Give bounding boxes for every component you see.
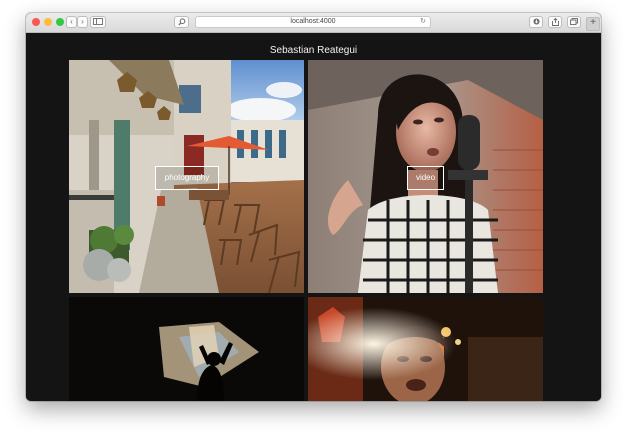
- tile-label-photography[interactable]: photography: [155, 166, 219, 190]
- portrait-photo: [308, 297, 543, 401]
- portfolio-tile-3[interactable]: [69, 297, 304, 401]
- reload-icon[interactable]: ↻: [420, 17, 426, 27]
- share-icon: [551, 17, 559, 26]
- search-button[interactable]: [174, 16, 189, 28]
- show-tabs-button[interactable]: [567, 16, 581, 28]
- chevron-left-icon: ‹: [70, 17, 73, 26]
- browser-toolbar: ‹ › localhost:4000 ↻ +: [26, 13, 601, 33]
- downloads-button[interactable]: [529, 16, 543, 28]
- forward-button[interactable]: ›: [77, 16, 88, 28]
- close-window-button[interactable]: [32, 18, 40, 26]
- browser-window: ‹ › localhost:4000 ↻ + Sebastian Reategu…: [26, 13, 601, 401]
- portfolio-tile-4[interactable]: [308, 297, 543, 401]
- tile-label-text: photography: [164, 173, 210, 182]
- minimize-window-button[interactable]: [44, 18, 52, 26]
- new-tab-button[interactable]: +: [586, 17, 600, 31]
- tabs-icon: [570, 18, 578, 25]
- tile-label-text: video: [415, 173, 436, 182]
- chevron-right-icon: ›: [81, 17, 84, 26]
- portfolio-tile-video[interactable]: video: [308, 60, 543, 293]
- magnifier-icon: [177, 18, 185, 26]
- portfolio-tile-photography[interactable]: photography: [69, 60, 304, 293]
- sidebar-icon: [93, 18, 103, 25]
- address-bar[interactable]: localhost:4000 ↻: [195, 16, 431, 28]
- back-button[interactable]: ‹: [66, 16, 77, 28]
- tile-label-video[interactable]: video: [407, 166, 444, 190]
- site-title[interactable]: Sebastian Reategui: [26, 45, 601, 56]
- sidebar-button[interactable]: [90, 16, 106, 28]
- download-icon: [532, 18, 540, 25]
- plus-icon: +: [590, 17, 596, 28]
- website-content: Sebastian Reategui photography video: [26, 33, 601, 401]
- zoom-window-button[interactable]: [56, 18, 64, 26]
- url-text: localhost:4000: [290, 18, 336, 25]
- silhouette-photo: [69, 297, 304, 401]
- share-button[interactable]: [548, 16, 562, 28]
